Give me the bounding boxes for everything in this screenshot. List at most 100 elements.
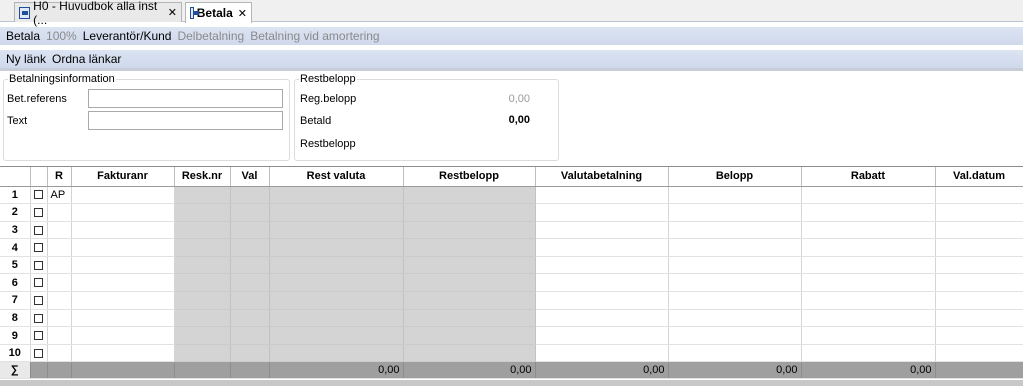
- betala-button[interactable]: Betala: [6, 29, 40, 43]
- cell-rabatt[interactable]: [801, 221, 936, 240]
- cell-r[interactable]: [47, 309, 72, 328]
- table-row[interactable]: 1 AP: [0, 186, 1023, 205]
- cell-valdatum[interactable]: [935, 309, 1023, 328]
- cell-fakturanr[interactable]: [71, 309, 175, 328]
- cell-belopp[interactable]: [668, 344, 802, 363]
- cell-valdatum[interactable]: [935, 203, 1023, 222]
- cell-valutabetalning[interactable]: [535, 203, 669, 222]
- cell-fakturanr[interactable]: [71, 291, 175, 310]
- checkbox-icon[interactable]: [33, 278, 43, 288]
- new-link-button[interactable]: Ny länk: [6, 52, 46, 66]
- cell-r[interactable]: [47, 256, 72, 275]
- col-header-r[interactable]: R: [47, 167, 72, 187]
- cell-r[interactable]: [47, 273, 72, 293]
- cell-belopp[interactable]: [668, 256, 802, 275]
- cell-r[interactable]: [47, 221, 72, 240]
- cell-valdatum[interactable]: [935, 256, 1023, 275]
- cell-r[interactable]: [47, 238, 72, 257]
- checkbox-icon[interactable]: [33, 225, 43, 235]
- row-checkbox[interactable]: [30, 238, 48, 257]
- col-header-resknr[interactable]: Resk.nr: [174, 167, 231, 187]
- cell-valutabetalning[interactable]: [535, 309, 669, 328]
- col-header-fakturanr[interactable]: Fakturanr: [71, 167, 175, 187]
- col-header-restbelopp[interactable]: Restbelopp: [403, 167, 536, 187]
- row-checkbox[interactable]: [30, 273, 48, 293]
- cell-r[interactable]: [47, 203, 72, 222]
- cell-belopp[interactable]: [668, 326, 802, 345]
- cell-rabatt[interactable]: [801, 186, 936, 205]
- cell-valutabetalning[interactable]: [535, 326, 669, 345]
- horizontal-scrollbar[interactable]: [0, 380, 1023, 386]
- arrange-links-button[interactable]: Ordna länkar: [52, 52, 121, 66]
- cell-rabatt[interactable]: [801, 203, 936, 222]
- cell-rabatt[interactable]: [801, 273, 936, 293]
- cell-valdatum[interactable]: [935, 326, 1023, 345]
- row-checkbox[interactable]: [30, 344, 48, 363]
- row-checkbox[interactable]: [30, 221, 48, 240]
- cell-valutabetalning[interactable]: [535, 344, 669, 363]
- row-checkbox[interactable]: [30, 326, 48, 345]
- cell-r[interactable]: [47, 344, 72, 363]
- tab-betala[interactable]: Betala ✕: [185, 2, 252, 23]
- checkbox-icon[interactable]: [33, 331, 43, 341]
- checkbox-icon[interactable]: [33, 313, 43, 323]
- cell-valutabetalning[interactable]: [535, 186, 669, 205]
- col-header-val[interactable]: Val: [230, 167, 270, 187]
- table-row[interactable]: 6: [0, 273, 1023, 293]
- cell-fakturanr[interactable]: [71, 344, 175, 363]
- table-row[interactable]: 8: [0, 309, 1023, 328]
- cell-belopp[interactable]: [668, 309, 802, 328]
- close-icon[interactable]: ✕: [168, 6, 177, 19]
- cell-valdatum[interactable]: [935, 344, 1023, 363]
- close-icon[interactable]: ✕: [238, 7, 247, 20]
- table-row[interactable]: 4: [0, 238, 1023, 257]
- col-header-belopp[interactable]: Belopp: [668, 167, 802, 187]
- table-row[interactable]: 9: [0, 326, 1023, 345]
- cell-rabatt[interactable]: [801, 344, 936, 363]
- col-header-valdatum[interactable]: Val.datum: [935, 167, 1023, 187]
- row-checkbox[interactable]: [30, 309, 48, 328]
- cell-rabatt[interactable]: [801, 256, 936, 275]
- cell-fakturanr[interactable]: [71, 273, 175, 293]
- cell-fakturanr[interactable]: [71, 238, 175, 257]
- cell-r[interactable]: [47, 291, 72, 310]
- cell-valutabetalning[interactable]: [535, 273, 669, 293]
- cell-rabatt[interactable]: [801, 291, 936, 310]
- ref-input[interactable]: [88, 89, 283, 108]
- table-row[interactable]: 7: [0, 291, 1023, 310]
- checkbox-icon[interactable]: [33, 348, 43, 358]
- cell-fakturanr[interactable]: [71, 326, 175, 345]
- table-row[interactable]: 3: [0, 221, 1023, 240]
- cell-rabatt[interactable]: [801, 238, 936, 257]
- cell-valdatum[interactable]: [935, 238, 1023, 257]
- cell-valdatum[interactable]: [935, 186, 1023, 205]
- cell-valutabetalning[interactable]: [535, 256, 669, 275]
- table-row[interactable]: 2: [0, 203, 1023, 222]
- cell-valutabetalning[interactable]: [535, 238, 669, 257]
- row-checkbox[interactable]: [30, 291, 48, 310]
- cell-valutabetalning[interactable]: [535, 221, 669, 240]
- cell-belopp[interactable]: [668, 273, 802, 293]
- cell-belopp[interactable]: [668, 186, 802, 205]
- cell-valdatum[interactable]: [935, 273, 1023, 293]
- tab-huvudbok[interactable]: H0 - Huvudbok alla inst (... ✕: [14, 0, 182, 27]
- amortization-payment-button[interactable]: Betalning vid amortering: [250, 29, 379, 43]
- checkbox-icon[interactable]: [33, 260, 43, 270]
- cell-fakturanr[interactable]: [71, 203, 175, 222]
- cell-belopp[interactable]: [668, 291, 802, 310]
- checkbox-icon[interactable]: [33, 207, 43, 217]
- cell-rabatt[interactable]: [801, 326, 936, 345]
- cell-valdatum[interactable]: [935, 291, 1023, 310]
- partial-payment-button[interactable]: Delbetalning: [177, 29, 244, 43]
- cell-fakturanr[interactable]: [71, 221, 175, 240]
- text-input[interactable]: [88, 111, 283, 130]
- table-row[interactable]: 5: [0, 256, 1023, 275]
- cell-belopp[interactable]: [668, 203, 802, 222]
- checkbox-icon[interactable]: [33, 295, 43, 305]
- checkbox-icon[interactable]: [33, 190, 43, 200]
- cell-valdatum[interactable]: [935, 221, 1023, 240]
- cell-r[interactable]: AP: [47, 186, 72, 205]
- col-header-rabatt[interactable]: Rabatt: [801, 167, 936, 187]
- cell-fakturanr[interactable]: [71, 256, 175, 275]
- cell-belopp[interactable]: [668, 238, 802, 257]
